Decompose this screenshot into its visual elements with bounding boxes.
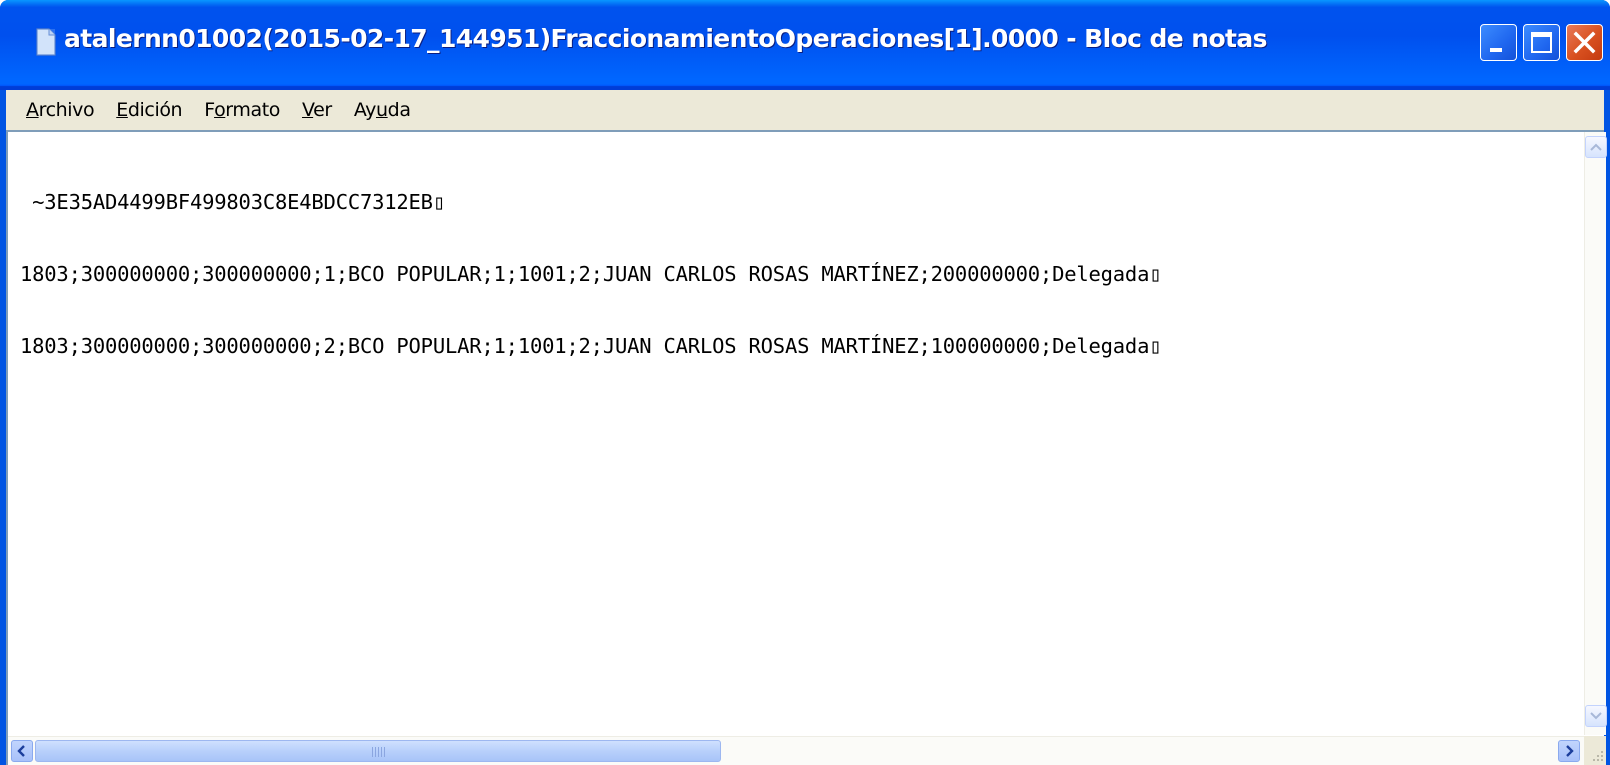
scroll-right-button[interactable] bbox=[1558, 740, 1580, 762]
close-button[interactable] bbox=[1566, 24, 1603, 61]
notepad-window: atalernn01002(2015-02-17_144951)Fraccion… bbox=[0, 0, 1610, 765]
document-line: 1803;300000000;300000000;1;BCO POPULAR;1… bbox=[20, 262, 1162, 286]
menu-ayuda[interactable]: Ayuda bbox=[354, 99, 411, 121]
vertical-scrollbar[interactable] bbox=[1584, 132, 1607, 735]
menu-ver[interactable]: Ver bbox=[302, 99, 332, 121]
document-text[interactable]: ~3E35AD4499BF499803C8E4BDCC7312EB▯ 1803;… bbox=[20, 142, 1580, 722]
chevron-right-icon bbox=[1566, 745, 1574, 757]
resize-grip[interactable] bbox=[1584, 736, 1606, 765]
scroll-up-button[interactable] bbox=[1585, 136, 1607, 158]
title-bar[interactable]: atalernn01002(2015-02-17_144951)Fraccion… bbox=[0, 0, 1610, 90]
document-line: ~3E35AD4499BF499803C8E4BDCC7312EB▯ bbox=[20, 190, 445, 214]
maximize-icon bbox=[1531, 32, 1552, 53]
horizontal-scrollbar[interactable] bbox=[8, 736, 1584, 765]
scroll-left-button[interactable] bbox=[11, 740, 33, 762]
chevron-left-icon bbox=[17, 745, 25, 757]
document-line: 1803;300000000;300000000;2;BCO POPULAR;1… bbox=[20, 334, 1162, 358]
chevron-down-icon bbox=[1590, 712, 1602, 720]
window-title: atalernn01002(2015-02-17_144951)Fraccion… bbox=[64, 24, 1268, 53]
text-editor[interactable]: ~3E35AD4499BF499803C8E4BDCC7312EB▯ 1803;… bbox=[6, 130, 1607, 765]
menu-edicion[interactable]: Edición bbox=[116, 99, 182, 121]
minimize-icon bbox=[1490, 48, 1502, 52]
grip-icon bbox=[372, 747, 386, 757]
close-icon bbox=[1573, 31, 1596, 54]
chevron-up-icon bbox=[1590, 143, 1602, 151]
notepad-icon bbox=[36, 28, 56, 56]
menu-archivo[interactable]: Archivo bbox=[26, 99, 95, 121]
menu-formato[interactable]: Formato bbox=[204, 99, 280, 121]
scroll-down-button[interactable] bbox=[1585, 705, 1607, 727]
resize-grip-icon bbox=[1593, 751, 1603, 761]
minimize-button[interactable] bbox=[1480, 24, 1517, 61]
maximize-button[interactable] bbox=[1523, 24, 1560, 61]
menu-bar: Archivo Edición Formato Ver Ayuda bbox=[6, 90, 1604, 130]
horizontal-scroll-thumb[interactable] bbox=[35, 740, 721, 762]
